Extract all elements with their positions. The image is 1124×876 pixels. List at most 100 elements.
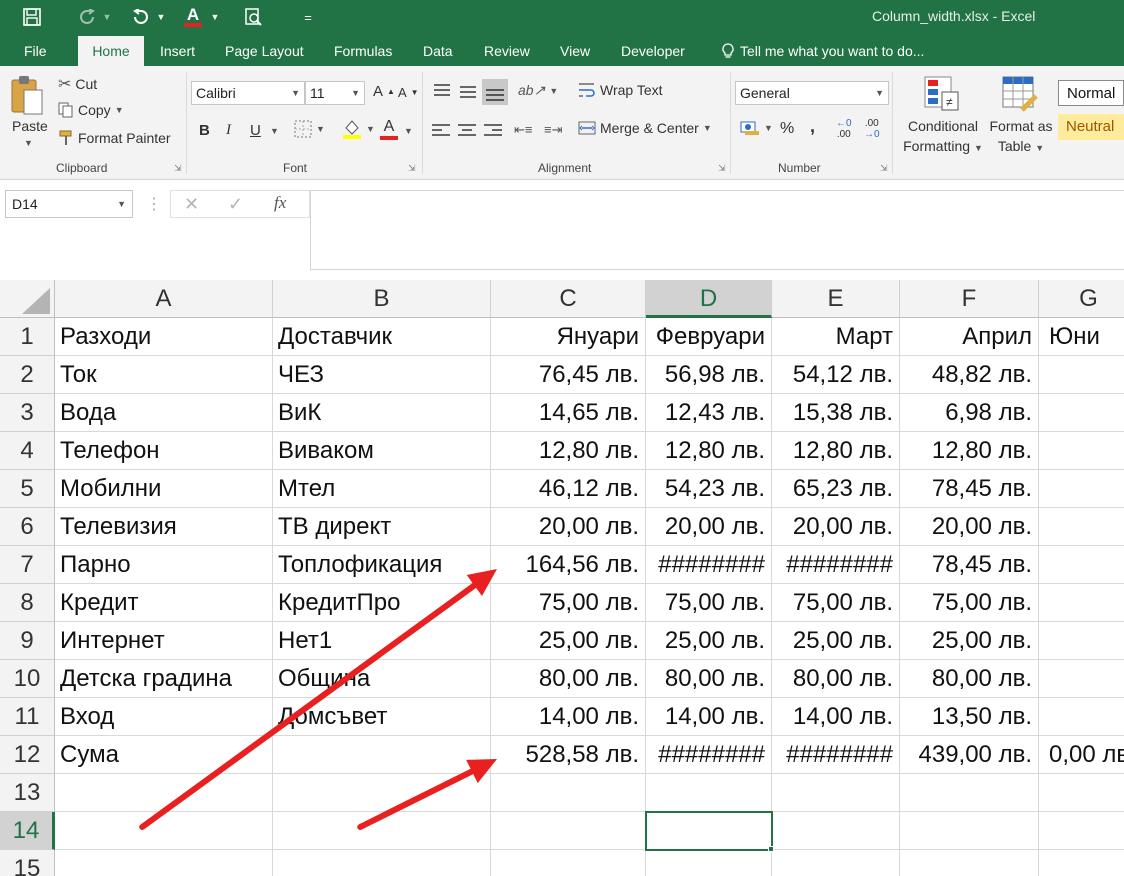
cell-e13[interactable]	[772, 774, 900, 812]
cell-a3[interactable]: Вода	[55, 394, 273, 432]
increase-decimal-button[interactable]: ←0.00	[836, 118, 852, 140]
insert-function-icon[interactable]: fx	[274, 193, 286, 213]
cell-e10[interactable]: 80,00 лв.	[772, 660, 900, 698]
cell-a6[interactable]: Телевизия	[55, 508, 273, 546]
format-as-table-button[interactable]: Format as Table ▼	[988, 74, 1054, 158]
cell-c3[interactable]: 14,65 лв.	[491, 394, 646, 432]
cell-a11[interactable]: Вход	[55, 698, 273, 736]
merge-center-button[interactable]: Merge & Center ▼	[578, 120, 712, 136]
cell-a15[interactable]	[55, 850, 273, 876]
row-header-14[interactable]: 14	[0, 812, 55, 850]
cell-g11[interactable]	[1039, 698, 1124, 736]
cell-c13[interactable]	[491, 774, 646, 812]
font-color-dropdown-icon[interactable]: ▼	[404, 126, 413, 136]
cell-d7[interactable]: ########	[646, 546, 772, 584]
cell-d15[interactable]	[646, 850, 772, 876]
cell-g14[interactable]	[1039, 812, 1124, 850]
italic-button[interactable]: I	[226, 122, 231, 139]
cell-g3[interactable]	[1039, 394, 1124, 432]
cell-c5[interactable]: 46,12 лв.	[491, 470, 646, 508]
cell-b7[interactable]: Топлофикация	[273, 546, 491, 584]
row-header-15[interactable]: 15	[0, 850, 55, 876]
cell-g10[interactable]	[1039, 660, 1124, 698]
row-header-5[interactable]: 5	[0, 470, 55, 508]
row-header-4[interactable]: 4	[0, 432, 55, 470]
cell-d12[interactable]: ########	[646, 736, 772, 774]
tab-insert[interactable]: Insert	[150, 36, 205, 66]
cell-c9[interactable]: 25,00 лв.	[491, 622, 646, 660]
accounting-format-button[interactable]: ▼	[740, 120, 773, 136]
cell-g12[interactable]: 0,00 лв.	[1039, 736, 1124, 774]
cell-a9[interactable]: Интернет	[55, 622, 273, 660]
row-header-7[interactable]: 7	[0, 546, 55, 584]
cell-e11[interactable]: 14,00 лв.	[772, 698, 900, 736]
tab-home[interactable]: Home	[78, 36, 144, 66]
align-bottom-icon[interactable]	[482, 79, 508, 105]
font-color-button[interactable]: A	[380, 118, 398, 140]
save-icon[interactable]	[18, 4, 46, 30]
row-header-13[interactable]: 13	[0, 774, 55, 812]
cell-c4[interactable]: 12,80 лв.	[491, 432, 646, 470]
grow-font-button[interactable]: A ▲	[373, 83, 395, 100]
cell-g9[interactable]	[1039, 622, 1124, 660]
cell-g13[interactable]	[1039, 774, 1124, 812]
cell-d14[interactable]	[646, 812, 772, 850]
cell-e1[interactable]: Март	[772, 318, 900, 356]
font-color-qat-button[interactable]: A	[180, 4, 206, 30]
print-preview-icon[interactable]	[240, 4, 266, 30]
decrease-decimal-button[interactable]: .00 →0	[864, 118, 880, 140]
tab-page-layout[interactable]: Page Layout	[215, 36, 314, 66]
cell-e2[interactable]: 54,12 лв.	[772, 356, 900, 394]
cell-d3[interactable]: 12,43 лв.	[646, 394, 772, 432]
row-header-9[interactable]: 9	[0, 622, 55, 660]
copy-button[interactable]: Copy ▼	[58, 102, 124, 118]
cell-c12[interactable]: 528,58 лв.	[491, 736, 646, 774]
cell-d8[interactable]: 75,00 лв.	[646, 584, 772, 622]
customize-qat-icon[interactable]: =	[298, 4, 318, 30]
cell-a10[interactable]: Детска градина	[55, 660, 273, 698]
cell-g15[interactable]	[1039, 850, 1124, 876]
cell-g5[interactable]	[1039, 470, 1124, 508]
cell-d11[interactable]: 14,00 лв.	[646, 698, 772, 736]
conditional-formatting-button[interactable]: ≠ Conditional Formatting ▼	[900, 74, 984, 158]
cell-d9[interactable]: 25,00 лв.	[646, 622, 772, 660]
cell-b8[interactable]: КредитПро	[273, 584, 491, 622]
number-launcher-icon[interactable]: ⇲	[880, 163, 888, 174]
shrink-font-button[interactable]: A ▼	[398, 85, 419, 100]
cell-e12[interactable]: ########	[772, 736, 900, 774]
cell-b3[interactable]: ВиК	[273, 394, 491, 432]
cell-f9[interactable]: 25,00 лв.	[900, 622, 1039, 660]
fill-handle[interactable]	[768, 846, 774, 852]
cell-f7[interactable]: 78,45 лв.	[900, 546, 1039, 584]
align-center-icon[interactable]	[456, 120, 478, 144]
cell-style-normal[interactable]: Normal	[1058, 80, 1124, 106]
cell-f12[interactable]: 439,00 лв.	[900, 736, 1039, 774]
column-header-c[interactable]: C	[491, 280, 646, 318]
comma-button[interactable]: ,	[810, 116, 815, 137]
cell-a7[interactable]: Парно	[55, 546, 273, 584]
number-format-select[interactable]: General ▼	[735, 81, 889, 105]
percent-button[interactable]: %	[780, 120, 794, 138]
cell-f13[interactable]	[900, 774, 1039, 812]
fill-color-button[interactable]: ▼	[342, 118, 375, 140]
cell-d2[interactable]: 56,98 лв.	[646, 356, 772, 394]
cell-f4[interactable]: 12,80 лв.	[900, 432, 1039, 470]
cell-e6[interactable]: 20,00 лв.	[772, 508, 900, 546]
cell-c7[interactable]: 164,56 лв.	[491, 546, 646, 584]
align-top-icon[interactable]	[430, 80, 454, 104]
row-header-6[interactable]: 6	[0, 508, 55, 546]
select-all-button[interactable]	[0, 280, 55, 318]
font-color-dropdown-icon[interactable]: ▼	[208, 4, 222, 30]
cell-a5[interactable]: Мобилни	[55, 470, 273, 508]
cell-b13[interactable]	[273, 774, 491, 812]
column-header-a[interactable]: A	[55, 280, 273, 318]
tab-file[interactable]: File	[14, 36, 57, 66]
underline-dropdown-icon[interactable]: ▼	[270, 126, 279, 136]
cell-d13[interactable]	[646, 774, 772, 812]
cell-g2[interactable]	[1039, 356, 1124, 394]
cell-f5[interactable]: 78,45 лв.	[900, 470, 1039, 508]
cell-d5[interactable]: 54,23 лв.	[646, 470, 772, 508]
cell-f6[interactable]: 20,00 лв.	[900, 508, 1039, 546]
cell-f1[interactable]: Април	[900, 318, 1039, 356]
font-size-select[interactable]: 11 ▼	[305, 81, 365, 105]
